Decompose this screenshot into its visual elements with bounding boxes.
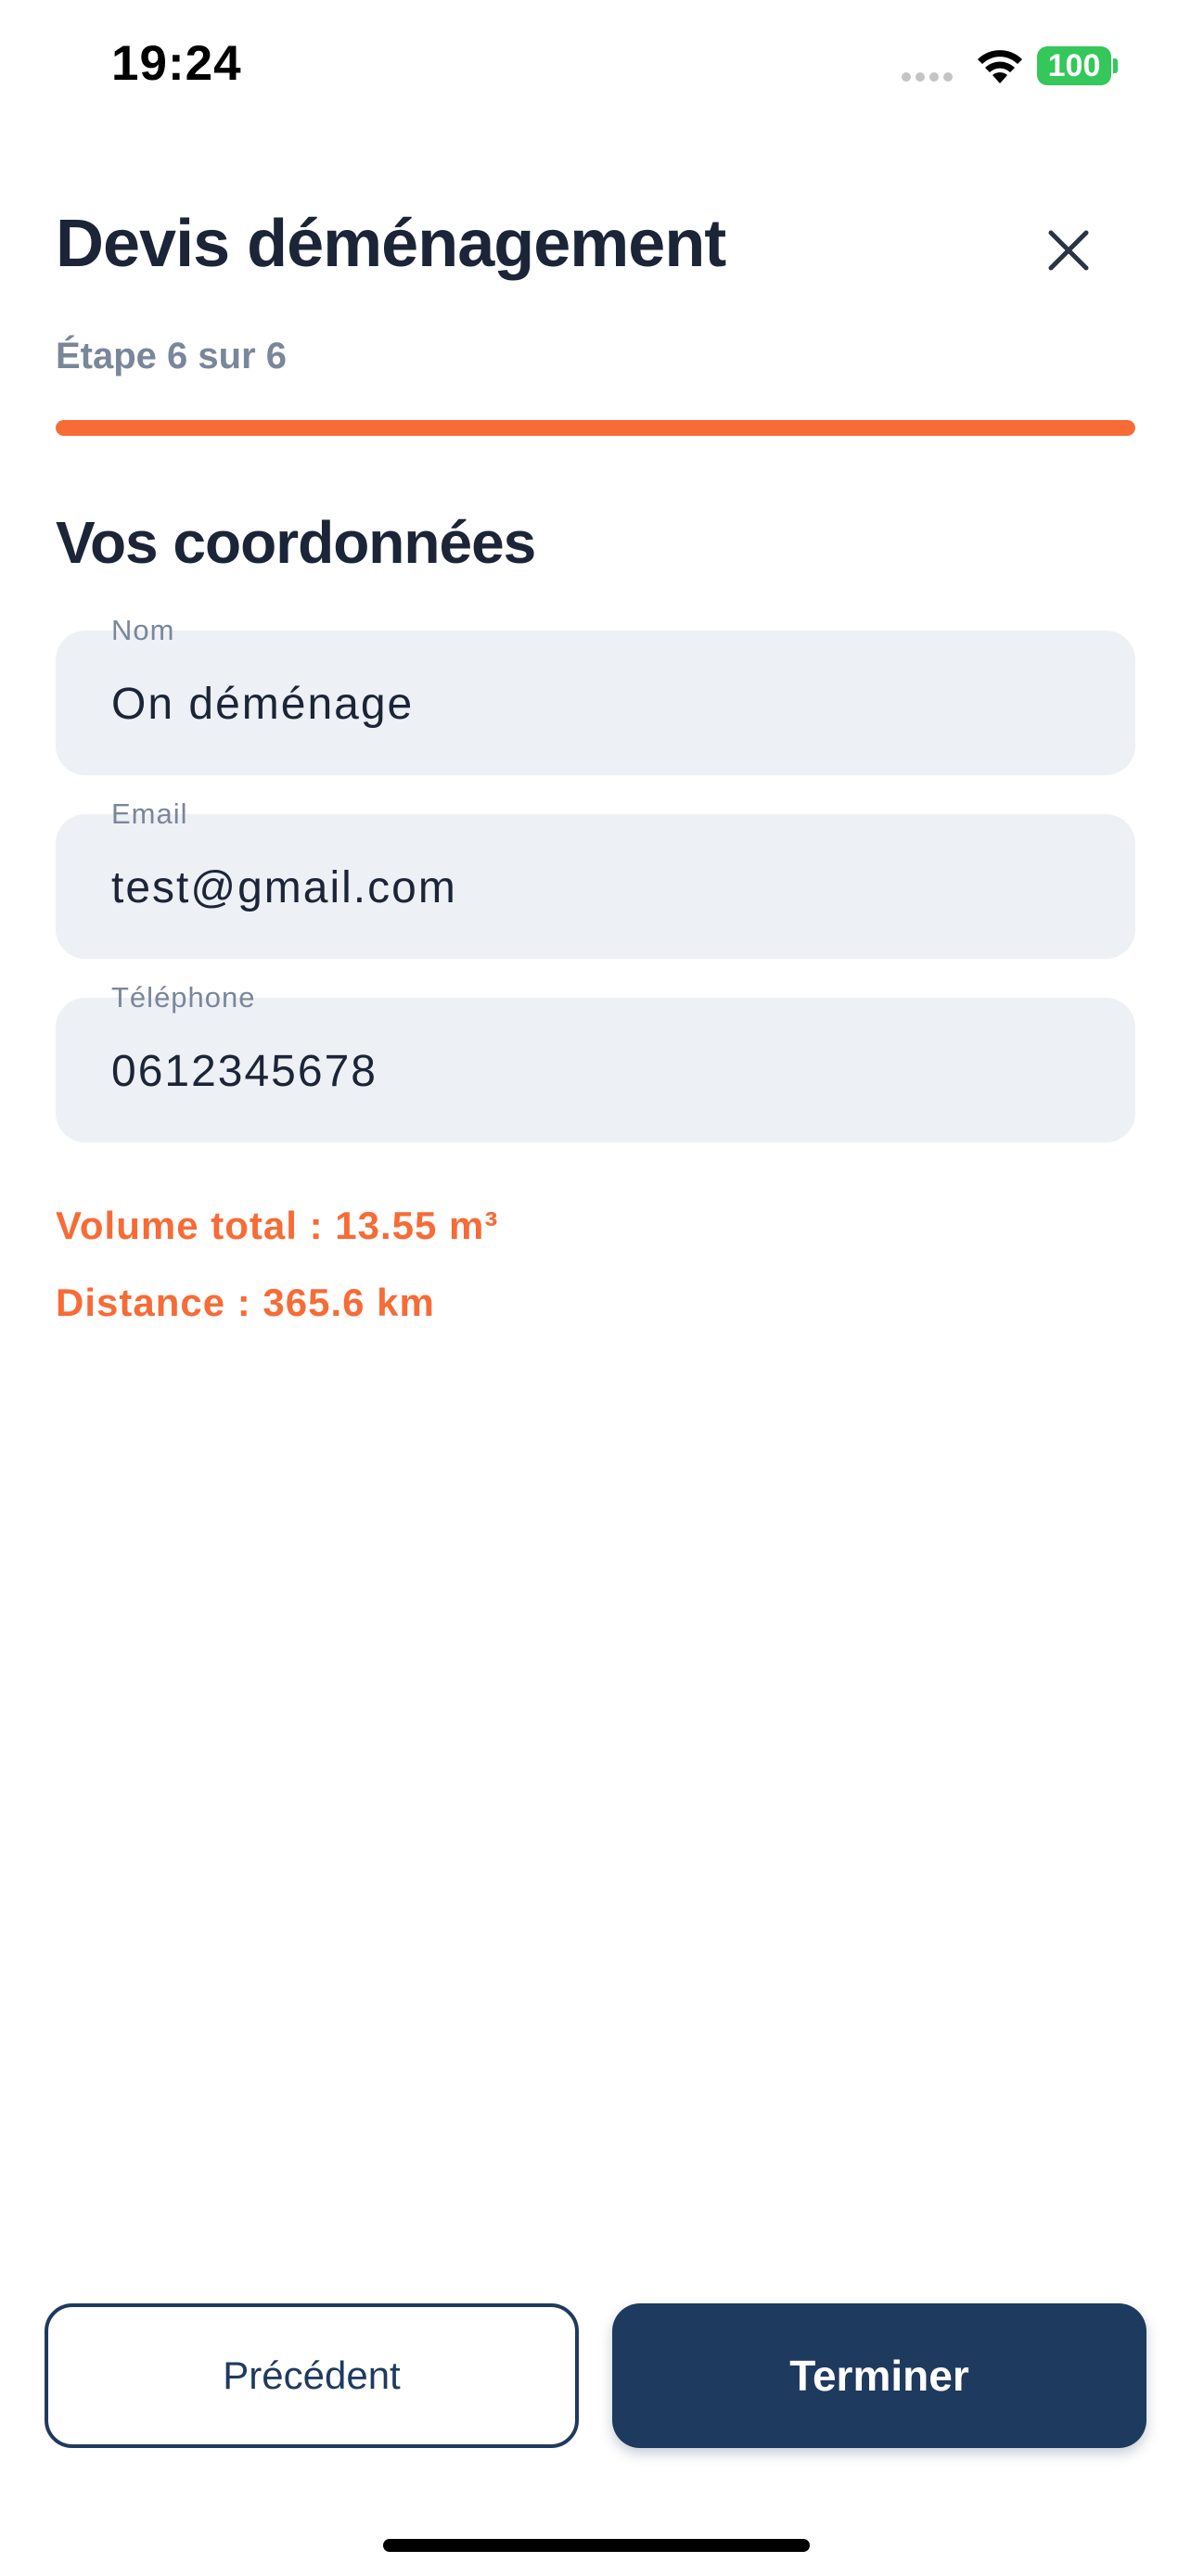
progress-bar-fill	[56, 420, 1135, 436]
cellular-signal-icon	[902, 72, 953, 82]
phone-input[interactable]	[111, 1040, 1076, 1102]
phone-field[interactable]: Téléphone	[56, 981, 1135, 1142]
email-field-label: Email	[111, 797, 188, 830]
name-input[interactable]	[111, 673, 1076, 734]
close-button[interactable]	[1033, 215, 1104, 286]
name-field-label: Nom	[111, 614, 175, 646]
total-volume: Volume total : 13.55 m³	[56, 1204, 499, 1247]
previous-button[interactable]: Précédent	[45, 2303, 579, 2448]
distance: Distance : 365.6 km	[56, 1281, 435, 1324]
email-input[interactable]	[111, 857, 1076, 918]
step-indicator: Étape 6 sur 6	[56, 336, 288, 376]
close-icon	[1048, 230, 1089, 271]
phone-field-label: Téléphone	[111, 981, 256, 1014]
name-field[interactable]: Nom	[56, 614, 1135, 775]
progress-bar	[56, 420, 1135, 436]
wifi-icon	[978, 50, 1022, 83]
status-bar: 19:24 100	[0, 0, 1191, 139]
finish-button[interactable]: Terminer	[612, 2303, 1146, 2448]
status-time: 19:24	[111, 36, 242, 91]
home-indicator	[383, 2539, 810, 2552]
page-title: Devis déménagement	[56, 207, 726, 281]
battery-tip	[1113, 58, 1118, 73]
email-field[interactable]: Email	[56, 797, 1135, 959]
battery-icon: 100	[1037, 46, 1111, 85]
section-title: Vos coordonnées	[56, 509, 536, 576]
